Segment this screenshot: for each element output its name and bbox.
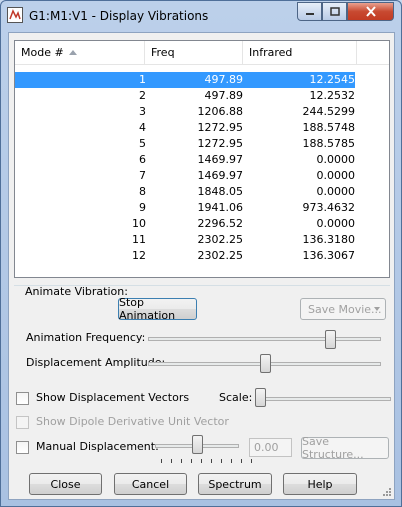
mode-cell: 5: [139, 137, 146, 150]
infrared-cell: 0.0000: [316, 153, 356, 166]
stop-animation-button[interactable]: Stop Animation: [118, 296, 197, 322]
animation-frequency-slider[interactable]: [148, 337, 381, 341]
show-dipole-vector-checkbox[interactable]: [16, 416, 29, 429]
table-row[interactable]: 1 497.89 12.2545: [15, 72, 389, 88]
mode-cell: 8: [139, 185, 146, 198]
table-row[interactable]: 12 2302.25 136.3067: [15, 248, 389, 264]
scale-label: Scale:: [219, 391, 253, 404]
save-movie-label: Save Movie...: [308, 302, 382, 316]
infrared-cell: 136.3067: [302, 249, 356, 262]
scale-slider[interactable]: [257, 397, 391, 401]
scale-thumb[interactable]: [254, 388, 266, 407]
chevron-down-icon: [374, 307, 380, 311]
table-row[interactable]: 6 1469.97 0.0000: [15, 152, 389, 168]
resize-grip-icon[interactable]: [382, 487, 392, 497]
freq-cell: 1941.06: [197, 201, 244, 214]
infrared-cell: 0.0000: [316, 217, 356, 230]
mode-cell: 6: [139, 153, 146, 166]
mode-cell: 2: [139, 89, 146, 102]
mode-cell: 11: [132, 233, 146, 246]
manual-displacement-thumb[interactable]: [192, 435, 203, 454]
manual-displacement-value[interactable]: 0.00: [249, 438, 292, 457]
mode-cell: 3: [139, 105, 146, 118]
cancel-button[interactable]: Cancel: [114, 473, 187, 495]
freq-cell: 1469.97: [197, 169, 244, 182]
infrared-cell: 973.4632: [302, 201, 356, 214]
table-row[interactable]: 7 1469.97 0.0000: [15, 168, 389, 184]
vibration-list[interactable]: Mode # Freq Infrared 1 497.89 12.2545 2: [14, 40, 390, 278]
freq-cell: 2296.52: [197, 217, 244, 230]
animation-frequency-thumb[interactable]: [324, 330, 336, 349]
manual-displacement-label: Manual Displacement:: [36, 440, 159, 453]
freq-cell: 1469.97: [197, 153, 244, 166]
displacement-amplitude-label: Displacement Amplitude:: [26, 356, 166, 369]
animate-vibration-label: Animate Vibration:: [25, 285, 128, 298]
table-row[interactable]: 8 1848.05 0.0000: [15, 184, 389, 200]
freq-cell: 1206.88: [197, 105, 244, 118]
freq-cell: 1272.95: [197, 137, 244, 150]
title-bar[interactable]: G1:M1:V1 - Display Vibrations: [1, 1, 401, 31]
table-row[interactable]: 9 1941.06 973.4632: [15, 200, 389, 216]
infrared-cell: 188.5748: [302, 121, 356, 134]
close-button[interactable]: Close: [29, 473, 102, 495]
maximize-icon: [329, 6, 340, 16]
show-displacement-vectors-checkbox[interactable]: [16, 392, 29, 405]
freq-cell: 1848.05: [197, 185, 244, 198]
manual-displacement-checkbox[interactable]: [16, 441, 29, 454]
table-row[interactable]: 2 497.89 12.2532: [15, 88, 389, 104]
column-infrared-label: Infrared: [249, 46, 293, 59]
save-structure-button[interactable]: Save Structure...: [301, 435, 389, 461]
sort-ascending-icon: [69, 50, 77, 55]
mode-cell: 10: [132, 217, 146, 230]
manual-displacement-ticks: [161, 459, 253, 464]
column-header-infrared[interactable]: Infrared: [243, 41, 357, 64]
displacement-amplitude-thumb[interactable]: [259, 354, 271, 373]
display-vibrations-window: G1:M1:V1 - Display Vibrations Mode # Fre…: [0, 0, 402, 507]
freq-cell: 2302.25: [197, 233, 244, 246]
table-row[interactable]: 5 1272.95 188.5785: [15, 136, 389, 152]
list-header: Mode # Freq Infrared: [15, 41, 389, 65]
spectrum-button[interactable]: Spectrum: [198, 473, 272, 495]
close-icon: [365, 6, 376, 17]
mode-cell: 9: [139, 201, 146, 214]
infrared-cell: 136.3180: [302, 233, 356, 246]
infrared-cell: 12.2545: [309, 73, 356, 86]
column-mode-label: Mode #: [21, 46, 64, 59]
dialog-body: Mode # Freq Infrared 1 497.89 12.2545 2: [8, 32, 395, 500]
column-header-mode[interactable]: Mode #: [15, 41, 145, 64]
save-movie-dropdown[interactable]: Save Movie...: [300, 298, 386, 320]
animation-frequency-label: Animation Frequency:: [26, 331, 146, 344]
mode-cell: 7: [139, 169, 146, 182]
show-dipole-vector-label: Show Dipole Derivative Unit Vector: [36, 415, 229, 428]
show-displacement-vectors-label: Show Displacement Vectors: [36, 391, 190, 404]
window-title: G1:M1:V1 - Display Vibrations: [29, 9, 209, 23]
column-freq-label: Freq: [151, 46, 175, 59]
table-row[interactable]: 4 1272.95 188.5748: [15, 120, 389, 136]
minimize-icon: [305, 12, 314, 15]
gaussview-app-icon: [7, 7, 23, 23]
freq-cell: 2302.25: [197, 249, 244, 262]
maximize-button[interactable]: [322, 2, 347, 21]
mode-cell: 1: [139, 73, 146, 86]
help-button[interactable]: Help: [283, 473, 357, 495]
table-row[interactable]: 11 2302.25 136.3180: [15, 232, 389, 248]
freq-cell: 497.89: [204, 73, 244, 86]
table-row[interactable]: 3 1206.88 244.5299: [15, 104, 389, 120]
freq-cell: 497.89: [204, 89, 244, 102]
freq-cell: 1272.95: [197, 121, 244, 134]
minimize-button[interactable]: [297, 2, 322, 21]
mode-cell: 4: [139, 121, 146, 134]
infrared-cell: 12.2532: [309, 89, 356, 102]
infrared-cell: 244.5299: [302, 105, 356, 118]
infrared-cell: 0.0000: [316, 185, 356, 198]
column-header-freq[interactable]: Freq: [145, 41, 243, 64]
mode-cell: 12: [132, 249, 146, 262]
close-window-button[interactable]: [347, 2, 394, 21]
table-row[interactable]: 10 2296.52 0.0000: [15, 216, 389, 232]
infrared-cell: 188.5785: [302, 137, 356, 150]
infrared-cell: 0.0000: [316, 169, 356, 182]
list-rows: 1 497.89 12.2545 2 497.89 12.2532 3 1206…: [15, 72, 389, 264]
